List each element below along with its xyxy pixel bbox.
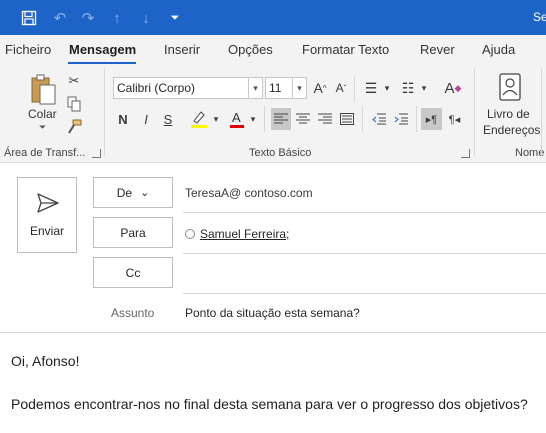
to-field[interactable]: Samuel Ferreira;	[185, 227, 289, 241]
body-greeting[interactable]: Oi, Afonso!	[11, 353, 79, 369]
field-divider	[183, 253, 546, 254]
redo-icon[interactable]: ↷	[78, 8, 98, 28]
highlighter-icon	[191, 111, 207, 128]
font-name-value: Calibri (Corpo)	[117, 81, 196, 95]
undo-icon[interactable]: ↶	[50, 8, 70, 28]
tab-mensagem[interactable]: Mensagem	[69, 42, 136, 57]
chevron-down-icon: ▾	[292, 78, 306, 98]
font-color-dropdown-icon[interactable]: ▾	[248, 109, 258, 129]
compose-area: Enviar De ⌄ TeresaA@ contoso.com Para Sa…	[0, 164, 546, 433]
from-button[interactable]: De ⌄	[93, 177, 173, 208]
paste-label[interactable]: Colar	[28, 107, 57, 121]
body-divider	[0, 332, 546, 333]
body-text[interactable]: Podemos encontrar-nos no final desta sem…	[11, 396, 528, 412]
field-divider	[183, 212, 546, 213]
rtl-direction-icon[interactable]: ¶◂	[444, 108, 465, 130]
from-field[interactable]: TeresaA@ contoso.com	[185, 186, 313, 200]
font-color-button[interactable]: A	[227, 108, 247, 130]
from-button-label: De	[116, 185, 133, 200]
group-divider	[474, 68, 475, 156]
address-book-icon[interactable]	[497, 72, 523, 102]
format-painter-icon[interactable]	[65, 118, 83, 136]
names-group-label: Nome	[515, 147, 545, 159]
arrow-down-icon[interactable]: ↓	[136, 8, 156, 28]
shrink-font-icon[interactable]: Aˇ	[332, 78, 350, 98]
cut-icon[interactable]: ✂	[65, 72, 83, 90]
chevron-down-icon: ▾	[248, 78, 262, 98]
address-book-label-line1[interactable]: Livro de	[487, 107, 530, 121]
numbering-dropdown-icon[interactable]: ▾	[419, 78, 429, 98]
underline-button[interactable]: S	[159, 109, 177, 129]
highlight-dropdown-icon[interactable]: ▾	[211, 109, 221, 129]
decrease-indent-icon[interactable]	[369, 108, 389, 130]
send-label: Enviar	[29, 224, 64, 238]
window-title: Se	[533, 10, 546, 24]
group-divider	[416, 106, 417, 132]
recipient-chip[interactable]: Samuel Ferreira;	[200, 227, 289, 241]
chevron-down-icon: ⌄	[140, 187, 150, 199]
clipboard-launcher-icon[interactable]	[92, 149, 101, 158]
bold-button[interactable]: N	[114, 109, 132, 129]
save-icon[interactable]	[19, 8, 39, 28]
basic-text-launcher-icon[interactable]	[461, 149, 470, 158]
group-divider	[541, 68, 542, 156]
font-size-select[interactable]: 11 ▾	[265, 77, 307, 99]
tab-ficheiro[interactable]: Ficheiro	[5, 42, 51, 57]
tab-rever[interactable]: Rever	[420, 42, 455, 57]
ltr-direction-icon[interactable]: ▸¶	[421, 108, 442, 130]
align-center-icon[interactable]	[293, 108, 313, 130]
highlight-color-button[interactable]	[188, 108, 210, 130]
to-button[interactable]: Para	[93, 217, 173, 248]
clear-formatting-icon[interactable]: A ◆	[442, 77, 464, 99]
ribbon-tabs: Ficheiro Mensagem Inserir Opções Formata…	[0, 35, 546, 64]
tab-formatar-texto[interactable]: Formatar Texto	[302, 42, 389, 57]
italic-button[interactable]: I	[137, 109, 155, 129]
grow-font-icon[interactable]: A ^	[311, 78, 329, 98]
font-size-value: 11	[269, 81, 282, 95]
tab-inserir[interactable]: Inserir	[164, 42, 200, 57]
align-left-icon[interactable]	[271, 108, 291, 130]
font-color-icon: A	[230, 110, 244, 128]
field-divider	[183, 293, 546, 294]
ribbon: Colar ⏷ ✂ Área de Transf... Calibri (Cor…	[0, 64, 546, 163]
tab-opcoes[interactable]: Opções	[228, 42, 273, 57]
clipboard-icon	[31, 74, 56, 105]
justify-icon[interactable]	[337, 108, 357, 130]
bullets-icon[interactable]: ☰	[361, 78, 381, 98]
subject-label: Assunto	[111, 306, 155, 320]
group-divider	[362, 106, 363, 132]
customize-quick-access-icon[interactable]: ⏷	[165, 8, 185, 28]
tab-ajuda[interactable]: Ajuda	[482, 42, 515, 57]
font-name-select[interactable]: Calibri (Corpo) ▾	[113, 77, 263, 99]
address-book-label-line2[interactable]: Endereços	[483, 123, 540, 137]
increase-indent-icon[interactable]	[391, 108, 411, 130]
clipboard-group-label: Área de Transf...	[4, 147, 86, 159]
group-divider	[264, 106, 265, 132]
cc-button[interactable]: Cc	[93, 257, 173, 288]
numbering-icon[interactable]: ☷	[398, 78, 418, 98]
group-divider	[354, 76, 355, 102]
paste-button[interactable]	[28, 72, 60, 108]
bullets-dropdown-icon[interactable]: ▾	[382, 78, 392, 98]
send-button[interactable]: Enviar	[17, 177, 77, 253]
group-divider	[104, 68, 105, 156]
paste-dropdown-icon[interactable]: ⏷	[39, 122, 46, 133]
svg-text:A: A	[232, 110, 241, 125]
send-icon	[37, 193, 59, 213]
basic-text-group-label: Texto Básico	[249, 147, 312, 159]
subject-field[interactable]: Ponto da situação esta semana?	[185, 306, 360, 320]
presence-icon	[185, 229, 195, 239]
arrow-up-icon[interactable]: ↑	[107, 8, 127, 28]
title-bar: ↶ ↷ ↑ ↓ ⏷ Se	[0, 0, 546, 35]
align-right-icon[interactable]	[315, 108, 335, 130]
copy-icon[interactable]	[65, 95, 83, 113]
